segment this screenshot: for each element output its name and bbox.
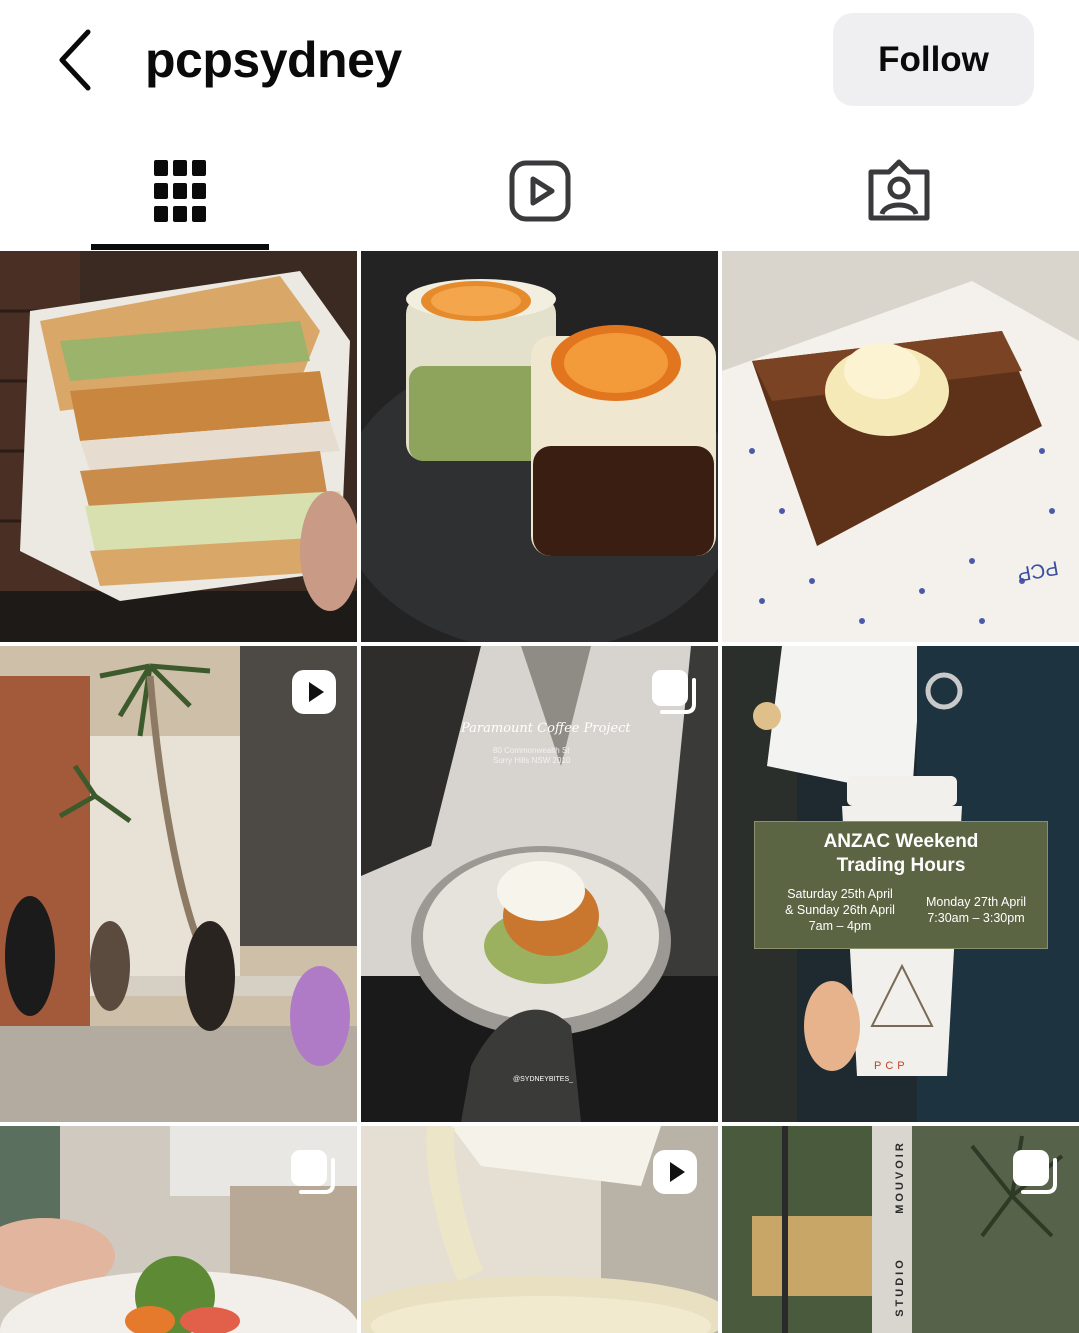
post-tile-banana-bread[interactable]: PCP bbox=[722, 251, 1079, 642]
carousel-badge-icon bbox=[1013, 1150, 1057, 1194]
post-tile-dessert[interactable]: Paramount Coffee Project 80 Commonwealth… bbox=[361, 646, 718, 1122]
card-left-line-3: 7am – 4pm bbox=[808, 919, 872, 933]
sandwich-photo bbox=[0, 251, 357, 642]
tab-reels[interactable] bbox=[359, 140, 718, 250]
card-right-line-2: 7:30am – 3:30pm bbox=[927, 911, 1025, 925]
tab-tagged[interactable] bbox=[718, 140, 1077, 250]
carousel-badge-icon bbox=[652, 670, 696, 714]
sign-text-mouvoir: MOUVOIR bbox=[894, 1140, 906, 1214]
profile-header: pcpsydney Follow bbox=[0, 0, 1079, 125]
card-left-line-2: & Sunday 26th April bbox=[785, 903, 895, 917]
posts-grid: PCP Paramount Coffee Project 80 Commonwe… bbox=[0, 251, 1079, 1333]
card-title-line-1: ANZAC Weekend bbox=[823, 831, 979, 852]
post-tile-trading-hours[interactable]: ANZAC Weekend Trading Hours Saturday 25t… bbox=[722, 646, 1079, 1122]
tab-posts[interactable] bbox=[0, 140, 359, 250]
card-left-line-1: Saturday 25th April bbox=[787, 887, 893, 901]
back-button[interactable] bbox=[48, 24, 108, 96]
profile-tabs bbox=[0, 140, 1079, 250]
post-tile-drinks[interactable] bbox=[361, 251, 718, 642]
reels-icon bbox=[509, 160, 571, 222]
reel-badge-icon bbox=[292, 670, 336, 714]
active-tab-indicator bbox=[91, 244, 269, 250]
post-tile-storefront[interactable]: MOUVOIR STUDIO bbox=[722, 1126, 1079, 1333]
storefront-sign: MOUVOIR STUDIO bbox=[890, 1131, 910, 1331]
tagged-person-icon bbox=[868, 159, 930, 221]
profile-username: pcpsydney bbox=[145, 32, 402, 88]
follow-button[interactable]: Follow bbox=[833, 13, 1034, 106]
caption-title: Paramount Coffee Project bbox=[461, 721, 631, 736]
street-photo bbox=[0, 646, 357, 1122]
carousel-badge-icon bbox=[291, 1150, 335, 1194]
post-tile-street[interactable] bbox=[0, 646, 357, 1122]
post-tile-sandwich[interactable] bbox=[0, 251, 357, 642]
caption-address-line-1: 80 Commonwealth St bbox=[493, 746, 570, 755]
grid-icon bbox=[154, 160, 206, 222]
caption-credit: @SYDNEYBITES_ bbox=[513, 1076, 574, 1083]
cup-logo-text: PCP bbox=[874, 1060, 909, 1072]
drinks-photo bbox=[361, 251, 718, 642]
chevron-left-icon bbox=[59, 29, 91, 91]
trading-hours-card: ANZAC Weekend Trading Hours Saturday 25t… bbox=[754, 821, 1048, 949]
card-right-line-1: Monday 27th April bbox=[925, 895, 1027, 909]
caption-address-line-2: Surry Hills NSW 2010 bbox=[493, 756, 571, 765]
sign-text-studio: STUDIO bbox=[894, 1257, 906, 1317]
post-tile-salad[interactable] bbox=[0, 1126, 357, 1333]
post-tile-pouring[interactable] bbox=[361, 1126, 718, 1333]
banana-bread-photo: PCP bbox=[722, 251, 1079, 642]
card-title-line-2: Trading Hours bbox=[836, 855, 966, 876]
reel-badge-icon bbox=[653, 1150, 697, 1194]
dessert-photo bbox=[361, 646, 718, 1122]
